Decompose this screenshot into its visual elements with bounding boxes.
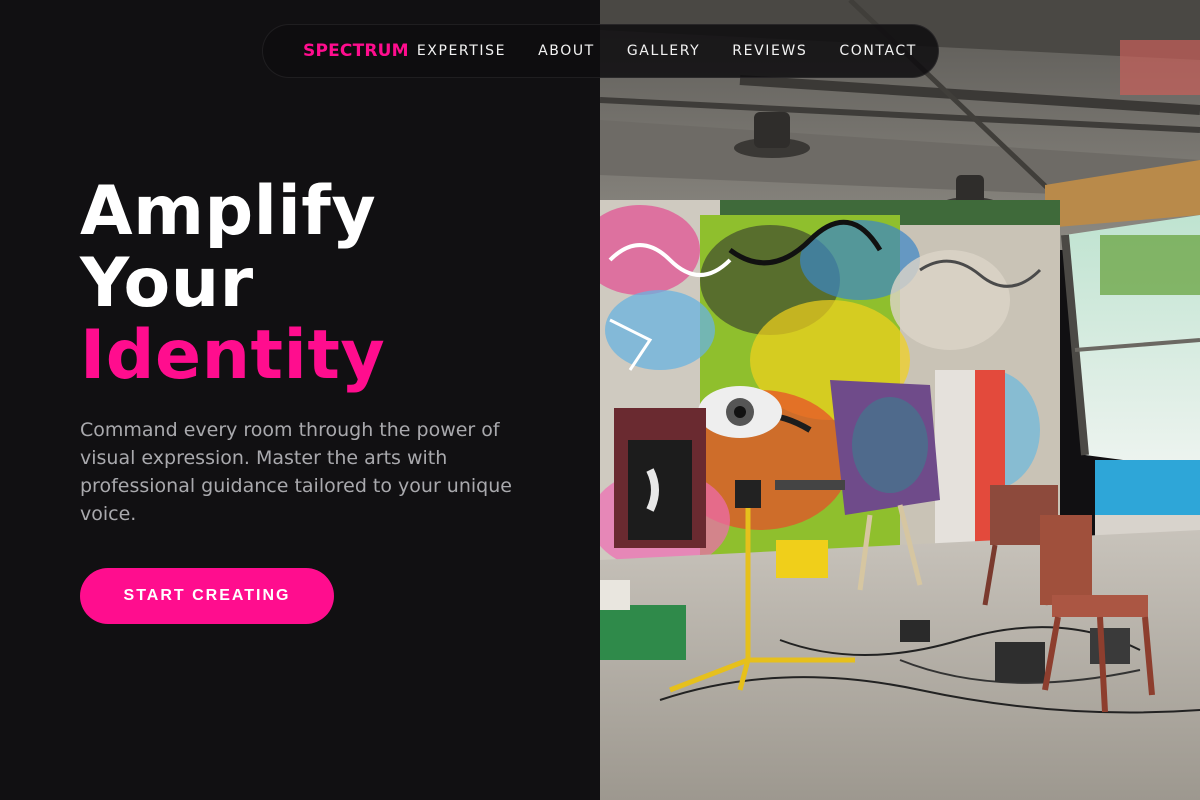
nav-link-expertise[interactable]: EXPERTISE xyxy=(417,43,506,59)
brand-logo[interactable]: SPECTRUM xyxy=(303,41,409,61)
headline-line-2: Your xyxy=(80,244,254,323)
studio-photo xyxy=(600,0,1200,800)
graffiti-studio-image xyxy=(600,0,1200,800)
start-creating-button[interactable]: START CREATING xyxy=(80,568,334,624)
nav-link-gallery[interactable]: GALLERY xyxy=(627,43,700,59)
headline-line-3: Identity xyxy=(80,316,386,395)
headline-line-1: Amplify xyxy=(80,172,377,251)
nav-link-about[interactable]: ABOUT xyxy=(538,43,595,59)
hero-panel: Amplify Your Identity Command every room… xyxy=(0,0,600,800)
hero-headline: Amplify Your Identity xyxy=(80,176,385,392)
top-navigation: SPECTRUM EXPERTISE ABOUT GALLERY REVIEWS… xyxy=(262,24,939,78)
hero-subtitle: Command every room through the power of … xyxy=(80,419,512,525)
nav-link-reviews[interactable]: REVIEWS xyxy=(732,43,807,59)
nav-link-contact[interactable]: CONTACT xyxy=(839,43,917,59)
